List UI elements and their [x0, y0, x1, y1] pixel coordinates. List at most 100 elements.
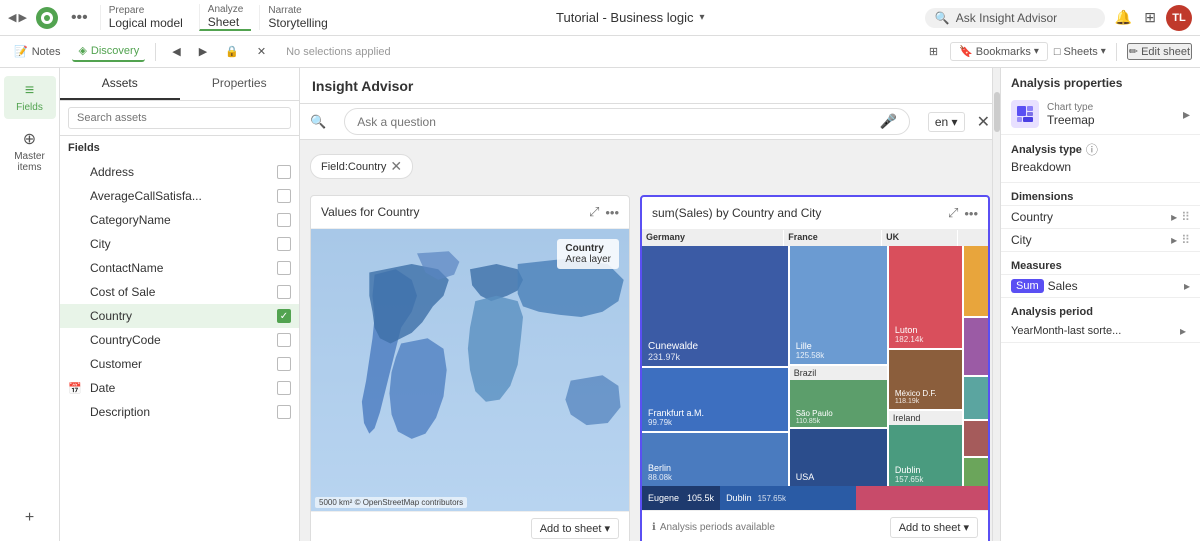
field-checkbox[interactable]	[277, 261, 291, 275]
field-checkbox[interactable]	[277, 405, 291, 419]
cunewalde-label: Cunewalde	[648, 341, 782, 352]
list-item[interactable]: Address	[60, 160, 299, 184]
list-item[interactable]: ContactName	[60, 256, 299, 280]
apps-grid-button[interactable]: ⊞	[1142, 7, 1158, 28]
discovery-button[interactable]: ◈ Discovery	[72, 41, 145, 62]
measure-aggregation-badge: Sum	[1011, 279, 1044, 293]
insight-advisor-search-bar[interactable]: 🎤	[344, 108, 910, 135]
grid-view-button[interactable]: ⊞	[923, 42, 944, 61]
list-item[interactable]: 📅 Date	[60, 376, 299, 400]
map-expand-button[interactable]: ⤢	[589, 204, 599, 220]
small-cell-3	[964, 377, 988, 421]
list-item[interactable]: CountryCode	[60, 328, 299, 352]
field-checkbox[interactable]	[277, 285, 291, 299]
tab-assets[interactable]: Assets	[60, 68, 180, 100]
dimension-city-drag-handle[interactable]: ⠿	[1181, 233, 1190, 247]
charts-row: Values for Country ⤢ •••	[310, 195, 990, 541]
treemap-add-to-sheet-button[interactable]: Add to sheet ▾	[890, 517, 978, 538]
dimension-country-drag-handle[interactable]: ⠿	[1181, 210, 1190, 224]
notes-icon: 📝	[14, 45, 28, 58]
add-sheet-dropdown-icon[interactable]: ▾	[604, 522, 610, 535]
insight-search-label: Ask Insight Advisor	[956, 11, 1057, 25]
search-icon: 🔍	[310, 114, 326, 130]
field-checkbox[interactable]	[277, 189, 291, 203]
app-title-dropdown-icon[interactable]: ▾	[700, 12, 705, 23]
microphone-icon[interactable]: 🎤	[879, 113, 896, 130]
frankfurt-cell: Frankfurt a.M. 99.79k	[642, 368, 788, 434]
list-item[interactable]: City	[60, 232, 299, 256]
field-checkbox[interactable]	[277, 165, 291, 179]
field-checkbox-country[interactable]: ✓	[277, 309, 291, 323]
field-checkbox[interactable]	[277, 213, 291, 227]
clear-selections-button[interactable]: ✕	[251, 42, 272, 61]
insight-search-box[interactable]: 🔍 Ask Insight Advisor	[925, 8, 1105, 28]
field-checkbox[interactable]	[277, 237, 291, 251]
dimension-country-expand-icon[interactable]: ▸	[1171, 210, 1177, 224]
field-name: City	[90, 237, 111, 251]
analysis-period-expand-icon[interactable]: ▸	[1180, 324, 1186, 338]
field-checkbox[interactable]	[277, 381, 291, 395]
treemap-expand-button[interactable]: ⤢	[948, 205, 958, 221]
notes-button[interactable]: 📝 Notes	[8, 42, 66, 61]
clear-icon: ✕	[257, 45, 266, 58]
nav-section-analyze[interactable]: Analyze Sheet	[199, 4, 252, 31]
sheets-button[interactable]: □ Sheets ▾	[1054, 46, 1106, 58]
filter-tag-country[interactable]: Field:Country ✕	[310, 154, 413, 179]
dublin-bottom-cell: Dublin 157.65k	[720, 486, 856, 510]
selections-nav-back[interactable]: ◀	[166, 42, 186, 61]
search-assets-input[interactable]	[68, 107, 291, 129]
analysis-type-info-icon[interactable]: ⓘ	[1086, 141, 1098, 158]
lille-label: Lille	[796, 341, 881, 351]
lille-cell: Lille 125.58k	[790, 246, 887, 366]
qlik-logo-area[interactable]	[35, 6, 59, 30]
edit-sheet-button[interactable]: ✏ Edit sheet	[1127, 43, 1192, 60]
user-avatar[interactable]: TL	[1166, 5, 1192, 31]
dimension-city-name: City	[1011, 233, 1171, 247]
treemap-add-sheet-dropdown-icon[interactable]: ▾	[963, 521, 969, 534]
chart-type-label: Chart type	[1047, 102, 1095, 113]
selections-nav-forward[interactable]: ▶	[193, 42, 213, 61]
list-item[interactable]: Description	[60, 400, 299, 424]
nav-section-prepare[interactable]: Prepare Logical model	[100, 5, 191, 30]
usa-area-content: USA	[796, 472, 815, 482]
field-checkbox[interactable]	[277, 357, 291, 371]
measure-sales-expand-icon[interactable]: ▸	[1184, 279, 1190, 293]
sidebar-item-master-items[interactable]: ⊕ Master items	[4, 123, 56, 179]
selections-nav-forward-icon: ▶	[199, 45, 207, 58]
map-card-actions: ⤢ •••	[589, 204, 619, 220]
nav-narrate-sub: Narrate	[268, 5, 327, 16]
list-item[interactable]: CategoryName	[60, 208, 299, 232]
list-item-country[interactable]: Country ✓	[60, 304, 299, 328]
add-icon: +	[25, 509, 34, 527]
forward-icon: ▶	[18, 11, 26, 24]
chart-type-expand-icon[interactable]: ▸	[1183, 106, 1190, 123]
nav-analyze-title: Sheet	[208, 15, 244, 29]
tab-properties[interactable]: Properties	[180, 68, 300, 100]
language-selector[interactable]: en ▾	[928, 112, 965, 132]
insight-advisor-search-input[interactable]	[357, 115, 873, 129]
sidebar-add-button[interactable]: +	[4, 503, 56, 533]
list-item[interactable]: Customer	[60, 352, 299, 376]
insight-advisor-close-button[interactable]: ✕	[977, 112, 990, 132]
sidebar-item-fields[interactable]: ≡ Fields	[4, 76, 56, 119]
treemap-add-sheet-label: Add to sheet	[899, 522, 961, 534]
uk-column: Luton 182.14k México D.F. 118.19k	[889, 246, 964, 486]
field-checkbox[interactable]	[277, 333, 291, 347]
luton-value: 182.14k	[895, 335, 956, 344]
map-more-button[interactable]: •••	[605, 204, 619, 220]
nav-back-button[interactable]: ◀ ▶	[8, 11, 27, 24]
nav-section-narrate[interactable]: Narrate Storytelling	[259, 5, 335, 30]
filter-tag-remove-icon[interactable]: ✕	[390, 158, 402, 175]
treemap-more-button[interactable]: •••	[964, 205, 978, 221]
list-item[interactable]: Cost of Sale	[60, 280, 299, 304]
brazil-area: Brazil São Paulo 110.85k	[790, 366, 887, 429]
nav-more-button[interactable]: •••	[67, 9, 92, 27]
list-item[interactable]: AverageCallSatisfa...	[60, 184, 299, 208]
notifications-button[interactable]: 🔔	[1113, 7, 1134, 28]
lock-selections-button[interactable]: 🔒	[219, 42, 245, 61]
mexico-df-cell: México D.F. 118.19k	[889, 350, 962, 410]
bookmarks-button[interactable]: 🔖 Bookmarks ▾	[950, 42, 1048, 61]
map-background: Country Area layer 5000 km² © OpenStreet…	[311, 229, 629, 511]
map-add-to-sheet-button[interactable]: Add to sheet ▾	[531, 518, 619, 539]
dimension-city-expand-icon[interactable]: ▸	[1171, 233, 1177, 247]
